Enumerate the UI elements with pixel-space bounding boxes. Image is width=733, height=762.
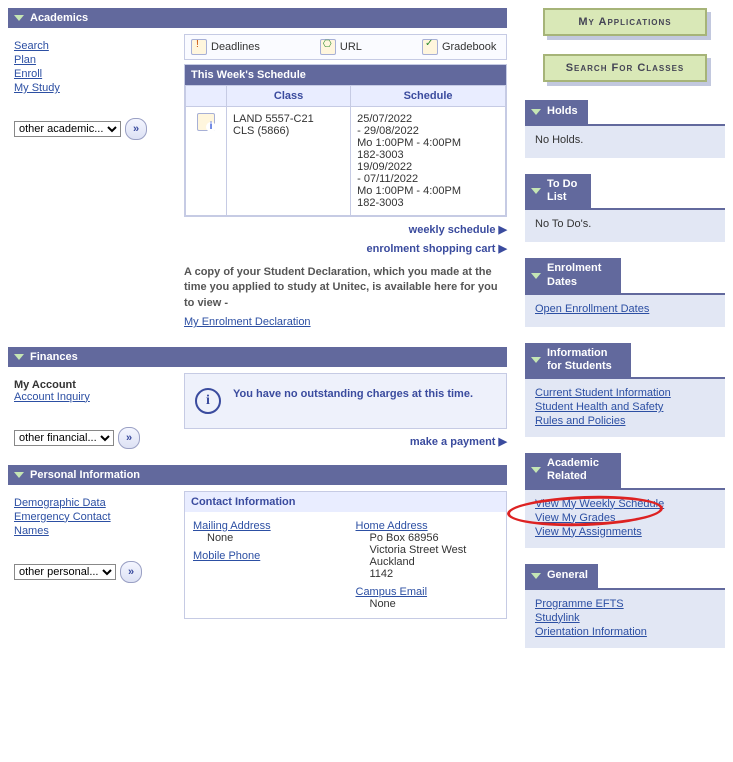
rules-policies-link[interactable]: Rules and Policies — [535, 415, 715, 427]
collapse-icon — [531, 467, 541, 473]
cell-schedule: 25/07/2022 - 29/08/2022 Mo 1:00PM - 4:00… — [351, 107, 506, 216]
holds-body: No Holds. — [525, 124, 725, 158]
gradebook-button[interactable]: Gradebook — [422, 39, 496, 55]
academic-related-title: Academic Related — [547, 457, 611, 483]
todo-title: To Do List — [547, 178, 581, 204]
declaration-link[interactable]: My Enrolment Declaration — [184, 315, 311, 330]
programme-efts-link[interactable]: Programme EFTS — [535, 598, 715, 610]
orientation-info-link[interactable]: Orientation Information — [535, 626, 715, 638]
finances-go-button[interactable]: » — [118, 427, 140, 449]
academics-dropdown[interactable]: other academic... — [14, 121, 121, 137]
academics-titlebar[interactable]: Academics — [8, 8, 507, 28]
table-row: LAND 5557-C21 CLS (5866) 25/07/2022 - 29… — [186, 107, 506, 216]
collapse-icon — [531, 273, 541, 279]
collapse-icon — [531, 188, 541, 194]
home-address-link[interactable]: Home Address — [356, 520, 499, 532]
url-label: URL — [340, 41, 362, 53]
th-class: Class — [227, 86, 351, 107]
todo-body: No To Do's. — [525, 208, 725, 242]
url-icon — [320, 39, 336, 55]
current-student-info-link[interactable]: Current Student Information — [535, 387, 715, 399]
weekly-schedule-link[interactable]: weekly schedule ▶ — [184, 223, 507, 236]
finance-message: You have no outstanding charges at this … — [233, 388, 473, 400]
collapse-icon — [14, 472, 24, 478]
cell-class: LAND 5557-C21 CLS (5866) — [227, 107, 351, 216]
view-my-assignments-link[interactable]: View My Assignments — [535, 526, 715, 538]
contact-title: Contact Information — [185, 492, 506, 512]
studylink-link[interactable]: Studylink — [535, 612, 715, 624]
info-icon: i — [195, 388, 221, 414]
link-demographic[interactable]: Demographic Data — [14, 497, 184, 509]
mailing-address-link[interactable]: Mailing Address — [193, 520, 336, 532]
collapse-icon — [531, 573, 541, 579]
collapse-icon — [531, 357, 541, 363]
finances-dropdown[interactable]: other financial... — [14, 430, 114, 446]
general-title: General — [547, 569, 588, 582]
deadlines-button[interactable]: Deadlines — [191, 39, 260, 55]
todo-titlebar[interactable]: To Do List — [525, 174, 591, 208]
personal-dropdown[interactable]: other personal... — [14, 564, 116, 580]
personal-go-button[interactable]: » — [120, 561, 142, 583]
view-weekly-schedule-link[interactable]: View My Weekly Schedule — [535, 498, 715, 510]
academics-toolbar: Deadlines URL Gradebook — [184, 34, 507, 60]
info-students-titlebar[interactable]: Information for Students — [525, 343, 631, 377]
declaration-text: A copy of your Student Declaration, whic… — [184, 265, 507, 311]
collapse-icon — [531, 109, 541, 115]
enrollment-dates-title: Enrolment Dates — [547, 262, 611, 288]
finances-title: Finances — [30, 351, 78, 363]
link-enroll[interactable]: Enroll — [14, 68, 184, 80]
academics-title: Academics — [30, 12, 88, 24]
enrollment-dates-titlebar[interactable]: Enrolment Dates — [525, 258, 621, 292]
deadlines-row-icon[interactable] — [197, 113, 215, 131]
link-search[interactable]: Search — [14, 40, 184, 52]
mobile-phone-link[interactable]: Mobile Phone — [193, 550, 336, 562]
th-schedule: Schedule — [351, 86, 506, 107]
link-names[interactable]: Names — [14, 525, 184, 537]
search-classes-button[interactable]: Search For Classes — [543, 54, 707, 82]
collapse-icon — [14, 15, 24, 21]
general-titlebar[interactable]: General — [525, 564, 598, 588]
link-mystudy[interactable]: My Study — [14, 82, 184, 94]
student-health-link[interactable]: Student Health and Safety — [535, 401, 715, 413]
finances-titlebar[interactable]: Finances — [8, 347, 507, 367]
link-account-inquiry[interactable]: Account Inquiry — [14, 391, 184, 403]
deadlines-label: Deadlines — [211, 41, 260, 53]
link-plan[interactable]: Plan — [14, 54, 184, 66]
make-payment-link[interactable]: make a payment ▶ — [184, 435, 507, 448]
academics-go-button[interactable]: » — [125, 118, 147, 140]
holds-titlebar[interactable]: Holds — [525, 100, 588, 124]
mailing-address-value: None — [207, 532, 336, 544]
campus-email-value: None — [370, 598, 499, 610]
enrolment-cart-link[interactable]: enrolment shopping cart ▶ — [184, 242, 507, 255]
schedule-title: This Week's Schedule — [185, 65, 506, 85]
gradebook-icon — [422, 39, 438, 55]
open-enrollment-link[interactable]: Open Enrollment Dates — [535, 303, 715, 315]
link-emergency[interactable]: Emergency Contact — [14, 511, 184, 523]
holds-title: Holds — [547, 105, 578, 118]
url-button[interactable]: URL — [320, 39, 362, 55]
schedule-table: Class Schedule LAND 5557-C21 CLS (5866) … — [185, 85, 506, 216]
finance-message-box: i You have no outstanding charges at thi… — [184, 373, 507, 429]
home-address-value: Po Box 68956 Victoria Street West Auckla… — [370, 532, 499, 580]
deadlines-icon — [191, 39, 207, 55]
info-students-title: Information for Students — [547, 347, 621, 373]
collapse-icon — [14, 354, 24, 360]
personal-titlebar[interactable]: Personal Information — [8, 465, 507, 485]
finances-account-heading: My Account — [14, 379, 184, 391]
academic-related-titlebar[interactable]: Academic Related — [525, 453, 621, 487]
my-applications-button[interactable]: My Applications — [543, 8, 707, 36]
gradebook-label: Gradebook — [442, 41, 496, 53]
campus-email-link[interactable]: Campus Email — [356, 586, 499, 598]
personal-title: Personal Information — [30, 469, 140, 481]
view-my-grades-link[interactable]: View My Grades — [535, 512, 715, 524]
